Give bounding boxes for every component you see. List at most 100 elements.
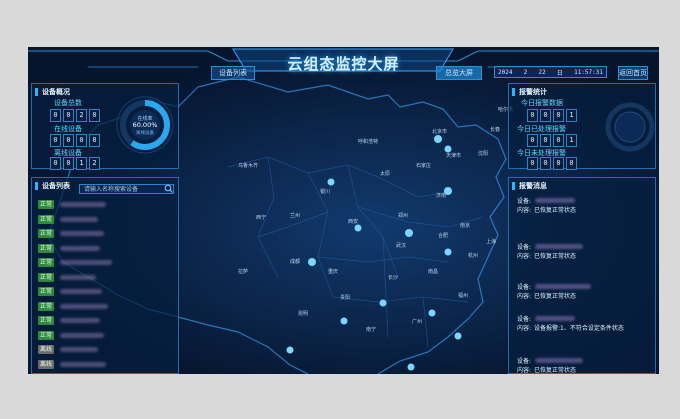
alarm-content-label: 内容: — [517, 325, 532, 332]
city-label: 昆明 — [298, 311, 308, 317]
alarm-content-text: 已恢复正常状态 — [534, 367, 577, 374]
alarm-message-item[interactable]: 设备: 内容: 已恢复正常状态 — [517, 356, 637, 374]
alarm-content-label: 内容: — [517, 367, 532, 374]
alarm-message-item[interactable]: 设备: 内容: 已恢复正常状态 — [517, 242, 637, 260]
device-status-tag: 正常 — [38, 301, 54, 311]
back-home-button[interactable]: 返回首页 — [618, 66, 648, 80]
device-list-item[interactable]: 离线 — [38, 358, 170, 371]
digit: 0 — [527, 157, 538, 170]
panel-accent — [512, 88, 515, 96]
device-name-redacted — [60, 289, 102, 294]
dispatch-button[interactable]: 总览大屏 — [436, 66, 482, 80]
alarm-content-label: 内容: — [517, 293, 532, 300]
city-label: 成都 — [290, 258, 300, 265]
device-list-item[interactable]: 正常 — [38, 300, 170, 313]
city-label: 济南 — [436, 192, 446, 199]
city-label: 北京市 — [432, 128, 447, 135]
digit: 0 — [540, 134, 551, 147]
city-label: 杭州 — [468, 252, 478, 259]
alarm-device-label: 设备: — [517, 358, 532, 365]
map-marker[interactable] — [286, 346, 294, 354]
alarm-device-label: 设备: — [517, 316, 532, 323]
digit: 0 — [527, 109, 538, 122]
digit: 2 — [89, 157, 100, 170]
alarm-message-item[interactable]: 设备: 内容: 设备报警:1、不符合设定条件状态 — [517, 314, 637, 332]
online-rate-ring: 在线率 60.00% 离线设备 — [116, 96, 174, 154]
city-label: 石家庄 — [416, 162, 431, 169]
city-label: 南宁 — [366, 326, 376, 333]
city-label: 武汉 — [396, 242, 406, 249]
alarm-pending-digits: 0 0 0 0 — [527, 157, 577, 170]
alarm-message-item[interactable]: 设备: 内容: 已恢复正常状态 — [517, 282, 637, 300]
map-marker[interactable] — [428, 309, 436, 317]
map-marker[interactable] — [454, 332, 462, 340]
city-label: 南京 — [460, 222, 470, 229]
device-status-tag: 正常 — [38, 214, 54, 224]
device-list-item[interactable]: 正常 — [38, 329, 170, 342]
city-label: 拉萨 — [238, 268, 248, 275]
city-label: 广州 — [412, 318, 422, 325]
dashboard-screen: 北京市 天津市 石家庄 太原 呼和浩特 济南 郑州 西安 银川 兰州 西宁 成都… — [28, 47, 659, 374]
ring-value: 60.00% — [133, 121, 158, 129]
date-year: 2024 — [498, 68, 513, 76]
device-list-item[interactable]: 正常 — [38, 314, 170, 327]
digit: 0 — [63, 134, 74, 147]
map-marker[interactable] — [444, 145, 452, 153]
device-name-redacted — [60, 303, 108, 309]
alarm-info-panel: 报警消息 设备: 内容: 已恢复正常状态 设备: 内容: 已恢复正常状态 设备: 内容: 已恢复… — [508, 177, 656, 374]
alarm-device-name-redacted — [535, 316, 576, 321]
total-devices-digits: 0 0 2 0 — [50, 109, 100, 122]
city-label: 上海 — [486, 238, 496, 245]
map-marker[interactable] — [405, 229, 413, 237]
device-list-item[interactable]: 正常 — [38, 285, 170, 298]
device-status-tag: 正常 — [38, 243, 54, 253]
device-list-item[interactable]: 正常 — [38, 198, 170, 211]
map-marker[interactable] — [444, 248, 452, 256]
device-name-redacted — [60, 332, 104, 338]
map-marker[interactable] — [327, 178, 335, 186]
search-icon[interactable] — [164, 184, 173, 193]
device-list-item[interactable]: 正常 — [38, 271, 170, 284]
device-list-item[interactable]: 正常 — [38, 227, 170, 240]
city-label: 天津市 — [446, 152, 461, 159]
map-marker[interactable] — [434, 135, 442, 143]
online-devices-digits: 0 0 0 8 — [50, 134, 100, 147]
map-marker[interactable] — [308, 258, 316, 266]
city-label: 太原 — [380, 170, 390, 177]
device-name-redacted — [60, 347, 98, 352]
map-marker[interactable] — [379, 299, 387, 307]
panel-accent — [512, 182, 515, 190]
city-label: 银川 — [320, 188, 330, 195]
alarm-ring — [605, 102, 655, 152]
city-label: 西宁 — [256, 214, 266, 221]
alarm-device-name-redacted — [535, 244, 584, 249]
device-list-item[interactable]: 正常 — [38, 242, 170, 255]
overview-title: 设备概况 — [42, 88, 70, 96]
device-list-item[interactable]: 正常 — [38, 213, 170, 226]
digit: 0 — [50, 134, 61, 147]
device-name-redacted — [60, 260, 112, 265]
panel-accent — [35, 182, 38, 190]
city-label: 南昌 — [428, 268, 438, 275]
device-name-redacted — [60, 245, 100, 251]
city-label: 呼和浩特 — [358, 138, 378, 145]
digit: 0 — [50, 109, 61, 122]
map-marker[interactable] — [340, 317, 348, 325]
device-status-tag: 正常 — [38, 287, 54, 296]
date-time: 11:57:31 — [574, 68, 603, 76]
device-list-button[interactable]: 设备列表 — [211, 66, 255, 80]
digit: 0 — [540, 157, 551, 170]
device-search-input[interactable]: 请输入名称搜索设备 — [79, 184, 174, 194]
map-marker[interactable] — [354, 224, 362, 232]
date-weekday: 日 — [556, 69, 563, 77]
device-name-redacted — [60, 202, 106, 207]
ring-sub-label: 离线设备 — [136, 129, 154, 136]
map-marker[interactable] — [407, 363, 415, 371]
digit: 0 — [63, 157, 74, 170]
digit: 0 — [553, 157, 564, 170]
city-label: 福州 — [458, 292, 468, 299]
alarm-message-item[interactable]: 设备: 内容: 已恢复正常状态 — [517, 196, 637, 214]
device-list-item[interactable]: 正常 — [38, 256, 170, 269]
device-list-item[interactable]: 离线 — [38, 343, 170, 356]
city-label: 郑州 — [398, 212, 408, 219]
